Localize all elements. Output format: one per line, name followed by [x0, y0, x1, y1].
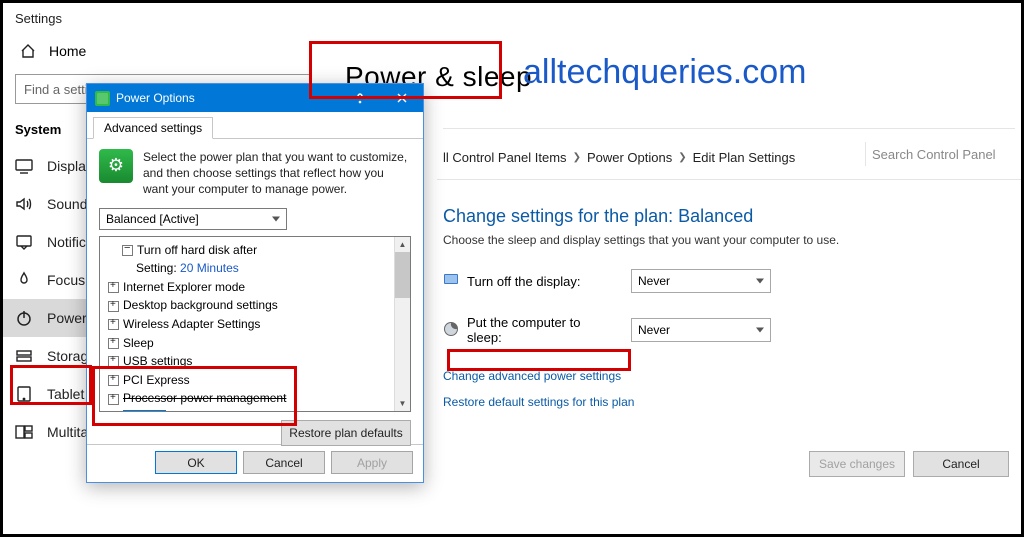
crumb[interactable]: Edit Plan Settings — [693, 150, 796, 165]
focus-icon — [15, 271, 33, 289]
tree-item-display[interactable]: Display — [108, 408, 392, 411]
scroll-up-icon[interactable]: ▲ — [395, 237, 410, 252]
scrollbar[interactable]: ▲ ▼ — [394, 237, 410, 411]
tree-label: Desktop background settings — [123, 298, 278, 312]
row-label-text: Turn off the display: — [467, 274, 580, 289]
sleep-timeout-select[interactable]: Never — [631, 318, 771, 342]
tree-label: PCI Express — [123, 373, 190, 387]
expand-icon[interactable] — [108, 375, 119, 386]
scroll-track[interactable] — [395, 298, 410, 396]
divider — [443, 128, 1015, 129]
restore-plan-defaults-button[interactable]: Restore plan defaults — [281, 420, 411, 446]
power-plan-select[interactable]: Balanced [Active] — [99, 208, 287, 230]
tree-item[interactable]: Wireless Adapter Settings — [108, 315, 392, 334]
scroll-thumb[interactable] — [395, 252, 410, 298]
tree-label: Sleep — [123, 336, 154, 350]
select-value: Balanced [Active] — [106, 212, 199, 226]
tree-label: USB settings — [123, 354, 192, 368]
settings-title: Settings — [3, 3, 323, 32]
dialog-titlebar[interactable]: Power Options — [87, 84, 423, 112]
plan-title: Change settings for the plan: Balanced — [443, 206, 1015, 227]
expand-icon[interactable] — [108, 319, 119, 330]
select-value: Never — [638, 274, 670, 288]
chevron-right-icon: ❯ — [573, 152, 581, 163]
tree-label: Setting: — [136, 261, 177, 275]
settings-tree[interactable]: Turn off hard disk after Setting: 20 Min… — [99, 236, 411, 412]
tree-label: Processor power management — [123, 391, 286, 405]
sidebar-item-label: Tablet — [47, 386, 84, 402]
tree-item[interactable]: Turn off hard disk after — [108, 241, 392, 260]
sidebar-home-label: Home — [49, 43, 86, 59]
watermark: alltechqueries.com — [523, 53, 806, 92]
tree-label: Turn off hard disk after — [137, 243, 257, 257]
plan-buttons: Save changes Cancel — [809, 451, 1009, 477]
power-options-dialog: Power Options Advanced settings Select t… — [86, 83, 424, 483]
tab-advanced-settings[interactable]: Advanced settings — [93, 117, 213, 139]
tree-item[interactable]: USB settings — [108, 352, 392, 371]
sound-icon — [15, 195, 33, 213]
dialog-body: Select the power plan that you want to c… — [87, 139, 423, 444]
dialog-title: Power Options — [116, 91, 339, 105]
display-timeout-select[interactable]: Never — [631, 269, 771, 293]
chevron-right-icon: ❯ — [678, 152, 686, 163]
sleep-icon — [443, 321, 459, 340]
power-plan-icon — [99, 149, 133, 183]
expand-icon[interactable] — [108, 394, 119, 405]
expand-icon[interactable] — [108, 338, 119, 349]
tree-item[interactable]: PCI Express — [108, 371, 392, 390]
tree-item[interactable]: Sleep — [108, 334, 392, 353]
apply-button[interactable]: Apply — [331, 451, 413, 474]
plan-row-sleep: Put the computer to sleep: Never — [443, 315, 1015, 345]
plan-subtitle: Choose the sleep and display settings th… — [443, 233, 1015, 247]
dialog-description: Select the power plan that you want to c… — [143, 149, 411, 198]
crumb[interactable]: ll Control Panel Items — [443, 150, 567, 165]
tablet-icon — [15, 385, 33, 403]
help-button[interactable] — [339, 84, 381, 112]
tree-value[interactable]: 20 Minutes — [180, 261, 239, 275]
restore-defaults-link[interactable]: Restore default settings for this plan — [443, 395, 1015, 409]
sidebar: Home — [3, 32, 323, 70]
tree-setting[interactable]: Setting: 20 Minutes — [108, 259, 392, 278]
tree-item[interactable]: Desktop background settings — [108, 296, 392, 315]
power-icon — [15, 309, 33, 327]
sidebar-home[interactable]: Home — [19, 32, 323, 70]
dialog-tabs: Advanced settings — [87, 112, 423, 139]
control-panel-search[interactable]: Search Control Panel — [865, 141, 1015, 167]
expand-icon[interactable] — [108, 301, 119, 312]
collapse-icon[interactable] — [122, 245, 133, 256]
select-value: Never — [638, 323, 670, 337]
expand-icon[interactable] — [108, 282, 119, 293]
divider — [437, 179, 1021, 180]
dialog-buttons: OK Cancel Apply — [87, 444, 423, 480]
cancel-button[interactable]: Cancel — [913, 451, 1009, 477]
save-changes-button[interactable]: Save changes — [809, 451, 905, 477]
crumb[interactable]: Power Options — [587, 150, 672, 165]
tree-item[interactable]: Internet Explorer mode — [108, 278, 392, 297]
advanced-power-link[interactable]: Change advanced power settings — [443, 369, 1015, 383]
tree-label: Wireless Adapter Settings — [123, 317, 260, 331]
tree-label-selected: Display — [123, 410, 166, 411]
power-options-icon — [95, 91, 110, 106]
row-label: Put the computer to sleep: — [443, 315, 613, 345]
multitask-icon — [15, 423, 33, 441]
search-placeholder: Search Control Panel — [872, 147, 996, 162]
ok-button[interactable]: OK — [155, 451, 237, 474]
close-button[interactable] — [381, 84, 423, 112]
edit-plan-window: ll Control Panel Items ❯ Power Options ❯… — [443, 143, 1015, 483]
sidebar-item-label: Sound — [47, 196, 87, 212]
tree-item[interactable]: Processor power management — [108, 389, 392, 408]
tree-label: Internet Explorer mode — [123, 280, 245, 294]
row-label-text: Put the computer to sleep: — [467, 315, 613, 345]
plan-row-display: Turn off the display: Never — [443, 269, 1015, 293]
display-sleep-icon — [443, 272, 459, 291]
home-icon — [19, 42, 37, 60]
row-label: Turn off the display: — [443, 272, 613, 291]
scroll-down-icon[interactable]: ▼ — [395, 396, 410, 411]
display-icon — [15, 157, 33, 175]
storage-icon — [15, 347, 33, 365]
notifications-icon — [15, 233, 33, 251]
expand-icon[interactable] — [108, 356, 119, 367]
cancel-button[interactable]: Cancel — [243, 451, 325, 474]
